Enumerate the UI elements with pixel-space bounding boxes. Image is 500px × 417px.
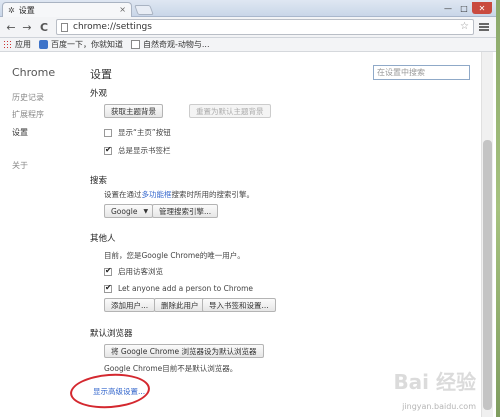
bookmark-star-icon[interactable]: ☆ [460, 21, 469, 32]
toolbar: ← → C chrome://settings ☆ [0, 17, 496, 38]
guest-label: 启用访客浏览 [118, 267, 163, 276]
settings-page: Chrome 历史记录 扩展程序 设置 关于 设置 外观 获取主题背景 重置为默… [0, 52, 496, 417]
forward-button[interactable]: → [20, 20, 34, 34]
back-button[interactable]: ← [4, 20, 18, 34]
tab-settings[interactable]: ✲ 设置 × [2, 2, 132, 17]
apps-icon [3, 40, 12, 49]
reload-button[interactable]: C [37, 20, 51, 34]
anyone-add-row[interactable]: Let anyone add a person to Chrome [104, 283, 254, 293]
bookmark-nature[interactable]: 自然奇观-动物与... [131, 39, 210, 50]
page-title: 设置 [90, 68, 112, 81]
scrollbar-thumb[interactable] [483, 140, 492, 410]
show-home-label: 显示“主页”按钮 [118, 128, 171, 137]
baidu-watermark-url: jingyan.baidu.com [402, 402, 476, 411]
search-desc-suffix: 搜索时所用的搜索引擎。 [171, 190, 255, 199]
show-home-row[interactable]: 显示“主页”按钮 [104, 127, 171, 138]
selected-engine: Google [111, 206, 138, 216]
import-bookmarks-button[interactable]: 导入书签和设置... [202, 298, 276, 312]
bookmarks-bar: 应用 百度一下，你就知道 自然奇观-动物与... [0, 38, 496, 52]
minimize-button[interactable]: — [440, 2, 456, 14]
people-current-text: 目前，您是Google Chrome的唯一用户。 [104, 251, 245, 260]
sidebar-item-history[interactable]: 历史记录 [12, 92, 44, 103]
tab-strip: ✲ 设置 × — □ ✕ [0, 0, 496, 17]
bookmark-baidu[interactable]: 百度一下，你就知道 [39, 39, 123, 50]
red-circle-annotation [68, 371, 152, 411]
anyone-add-label: Let anyone add a person to Chrome [118, 284, 254, 293]
show-bookmarks-row[interactable]: 总是显示书签栏 [104, 145, 171, 156]
anyone-add-checkbox[interactable] [104, 283, 112, 293]
remove-user-button[interactable]: 删除此用户 [154, 298, 206, 312]
sidebar-title: Chrome [12, 66, 56, 79]
show-bookmarks-label: 总是显示书签栏 [118, 146, 171, 155]
search-heading: 搜索 [90, 176, 108, 186]
window-controls: — □ ✕ [440, 2, 492, 14]
search-desc-prefix: 设置在通过 [104, 190, 142, 199]
search-description: 设置在通过多功能框搜索时所用的搜索引擎。 [104, 189, 254, 200]
default-browser-status: Google Chrome目前不是默认浏览器。 [104, 364, 238, 373]
get-theme-button[interactable]: 获取主题背景 [104, 104, 163, 118]
reset-theme-button[interactable]: 重置为默认主题背景 [189, 104, 271, 118]
search-engine-select[interactable]: Google ▼ [104, 204, 154, 218]
tab-title: 设置 [18, 5, 35, 15]
new-tab-button[interactable] [134, 5, 154, 15]
settings-search-input[interactable] [373, 65, 470, 80]
manage-search-engines-button[interactable]: 管理搜索引擎... [152, 204, 219, 218]
sidebar-item-settings[interactable]: 设置 [12, 127, 28, 138]
bookmark-label: 自然奇观-动物与... [143, 40, 210, 49]
guest-checkbox[interactable] [104, 266, 112, 276]
set-default-browser-button[interactable]: 将 Google Chrome 浏览器设为默认浏览器 [104, 344, 264, 358]
bookmark-apps[interactable]: 应用 [3, 39, 31, 50]
appearance-heading: 外观 [90, 89, 108, 99]
maximize-button[interactable]: □ [456, 2, 472, 14]
default-browser-heading: 默认浏览器 [90, 329, 133, 339]
gear-icon: ✲ [8, 5, 15, 15]
add-user-button[interactable]: 添加用户... [104, 298, 156, 312]
close-window-button[interactable]: ✕ [472, 2, 492, 14]
bookmark-label: 应用 [15, 40, 31, 49]
sidebar-item-about[interactable]: 关于 [12, 160, 28, 171]
chrome-menu-button[interactable] [478, 21, 490, 33]
doc-icon [131, 40, 140, 49]
guest-row[interactable]: 启用访客浏览 [104, 266, 163, 277]
url-text[interactable]: chrome://settings [73, 22, 152, 32]
sidebar-item-extensions[interactable]: 扩展程序 [12, 109, 44, 120]
omnibox-link[interactable]: 多功能框 [142, 190, 172, 199]
show-home-checkbox[interactable] [104, 128, 112, 137]
page-icon [61, 22, 68, 32]
people-heading: 其他人 [90, 234, 116, 244]
baidu-watermark: Bai 经验 [393, 370, 476, 394]
browser-window: ✲ 设置 × — □ ✕ ← → C chrome://settings ☆ 应… [0, 0, 496, 417]
ie-icon [39, 40, 48, 49]
bookmark-label: 百度一下，你就知道 [51, 40, 123, 49]
omnibox[interactable]: chrome://settings ☆ [56, 19, 474, 35]
close-tab-icon[interactable]: × [119, 5, 126, 14]
show-bookmarks-checkbox[interactable] [104, 145, 112, 155]
dropdown-arrow-icon: ▼ [143, 207, 149, 215]
